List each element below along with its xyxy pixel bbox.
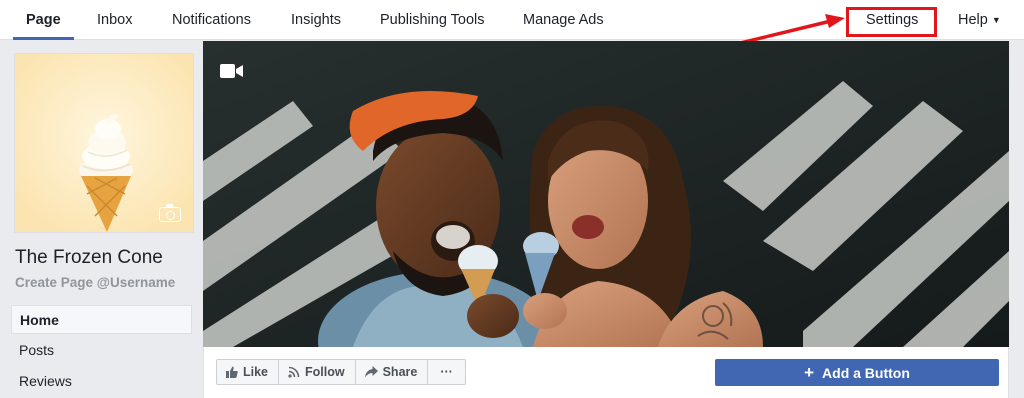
tab-page[interactable]: Page [13,0,74,40]
sidebar-item-home[interactable]: Home [11,305,192,334]
profile-picture[interactable] [14,53,194,233]
camera-icon[interactable] [159,204,181,222]
sidebar-item-posts[interactable]: Posts [11,336,192,365]
more-dots-icon: ··· [440,365,453,379]
create-username-link[interactable]: Create Page @Username [15,275,175,290]
thumbs-up-icon [226,366,238,378]
rss-feed-icon [288,366,300,378]
page-actions-group: Like Follow Share ··· [216,359,466,385]
like-label: Like [243,365,269,379]
video-camera-icon[interactable] [220,63,244,79]
share-label: Share [382,365,418,379]
follow-button[interactable]: Follow [279,360,356,384]
sidebar-item-reviews[interactable]: Reviews [11,367,192,396]
help-label: Help [958,12,988,28]
add-a-button[interactable]: + Add a Button [715,359,999,386]
like-button[interactable]: Like [217,360,280,384]
page-action-bar: Like Follow Share ··· + Add a Button [203,347,1009,398]
settings-highlight-box [846,7,937,37]
tab-inbox[interactable]: Inbox [97,0,132,40]
share-arrow-icon [364,366,378,378]
plus-icon: + [804,363,815,382]
tab-insights[interactable]: Insights [291,0,341,40]
cover-photo[interactable] [203,41,1009,347]
tab-publishing-tools[interactable]: Publishing Tools [380,0,485,40]
more-options-button[interactable]: ··· [428,360,465,384]
left-sidebar: The Frozen Cone Create Page @Username Ho… [0,41,203,398]
tab-notifications[interactable]: Notifications [172,0,251,40]
tab-manage-ads[interactable]: Manage Ads [523,0,604,40]
cover-image-couple-eating-ice-cream [203,41,1009,347]
caret-down-icon: ▼ [991,15,1001,26]
page-name: The Frozen Cone [15,247,163,268]
add-a-button-label: Add a Button [822,364,910,381]
tab-help[interactable]: Help ▼ [958,0,1001,40]
follow-label: Follow [305,365,345,379]
share-button[interactable]: Share [356,360,429,384]
